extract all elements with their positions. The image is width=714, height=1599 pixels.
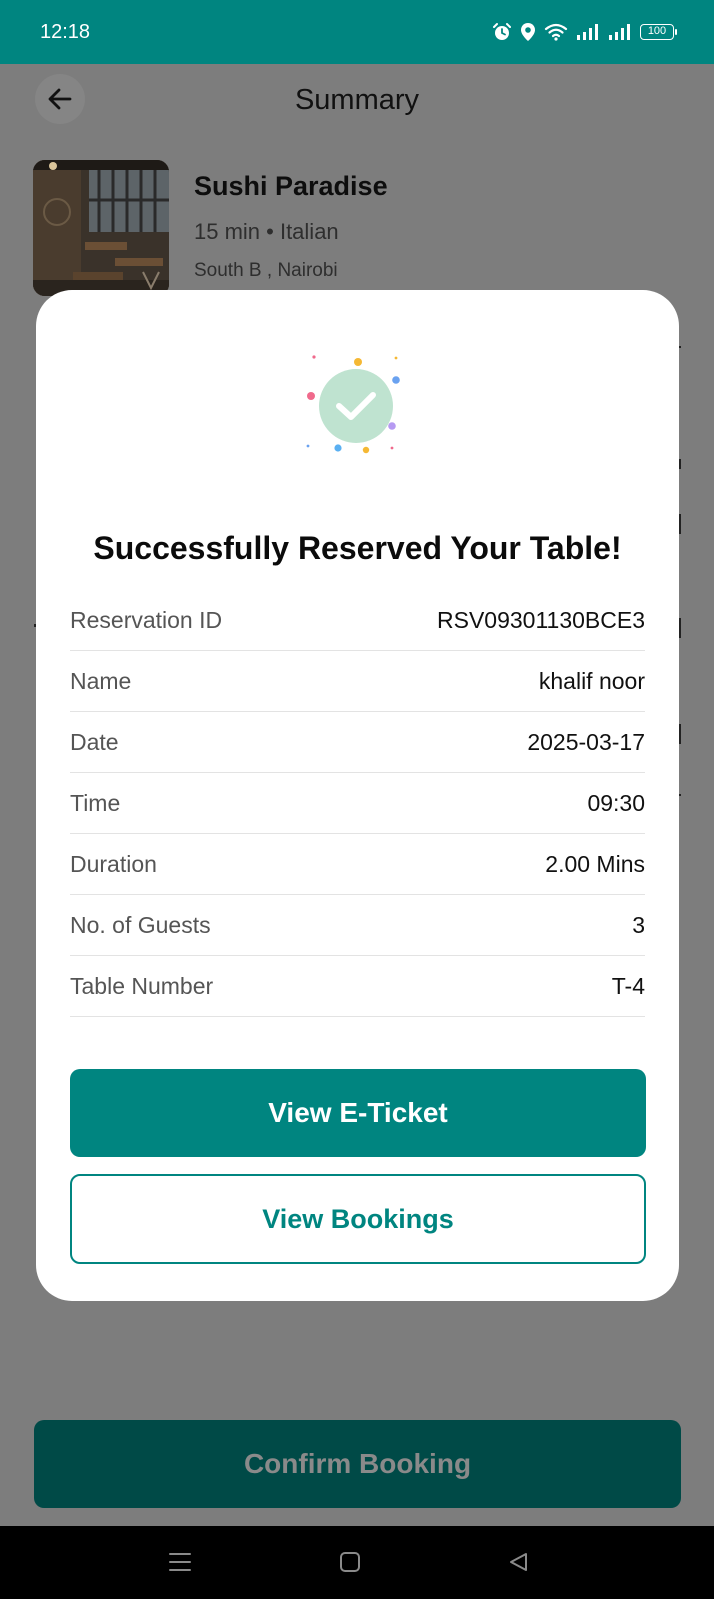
battery-icon: 100 [640,24,677,40]
detail-row-time: Time 09:30 [70,773,645,834]
page-title: Summary [294,84,420,116]
menu-button[interactable] [166,1548,194,1576]
detail-value: khalif noor [538,667,645,694]
restaurant-meta: 15 min • Italian [194,219,339,244]
confirm-booking-button[interactable]: Confirm Booking [34,1420,681,1508]
home-button[interactable] [336,1548,364,1576]
detail-label: No. of Guests [70,911,211,938]
check-circle-icon [306,355,400,454]
detail-row-table-number: Table Number T-4 [70,956,645,1017]
detail-row-date: Date 2025-03-17 [70,712,645,773]
status-icons: 100 [492,19,677,45]
detail-label: Duration [70,850,157,877]
detail-row-duration: Duration 2.00 Mins [70,834,645,895]
restaurant-photo [33,160,169,296]
wifi-icon [544,23,568,41]
detail-value: 3 [632,911,645,938]
menu-icon [169,1553,191,1571]
status-time: 12:18 [40,21,91,43]
detail-value: 2025-03-17 [527,728,645,755]
home-icon [340,1552,360,1572]
status-bar: 12:18 100 [0,0,714,64]
detail-value: 09:30 [587,789,645,816]
modal-title: Successfully Reserved Your Table! [93,530,622,566]
restaurant-location: South B , Nairobi [194,260,338,281]
detail-value: RSV09301130BCE3 [437,606,645,633]
detail-label: Table Number [70,972,214,999]
alarm-icon [493,23,511,40]
reservation-details: Reservation ID RSV09301130BCE3 Name khal… [70,590,645,1017]
signal-icon [577,24,598,40]
detail-value: T-4 [611,972,645,999]
back-triangle-icon [510,1553,527,1571]
detail-row-name: Name khalif noor [70,651,645,712]
detail-value: 2.00 Mins [545,850,645,877]
detail-row-reservation-id: Reservation ID RSV09301130BCE3 [70,590,645,651]
back-nav-button[interactable] [504,1548,532,1576]
detail-label: Time [70,789,121,816]
reservation-success-modal: Successfully Reserved Your Table! Reserv… [36,290,679,1301]
view-e-ticket-button[interactable]: View E-Ticket [70,1069,646,1157]
signal-icon [609,24,630,40]
detail-row-guests: No. of Guests 3 [70,895,645,956]
system-nav-bar [0,1526,714,1599]
location-icon [521,23,535,41]
detail-label: Date [70,728,119,755]
detail-label: Reservation ID [70,606,223,633]
restaurant-name: Sushi Paradise [194,171,388,201]
view-bookings-button[interactable]: View Bookings [70,1174,646,1264]
detail-label: Name [70,667,132,694]
